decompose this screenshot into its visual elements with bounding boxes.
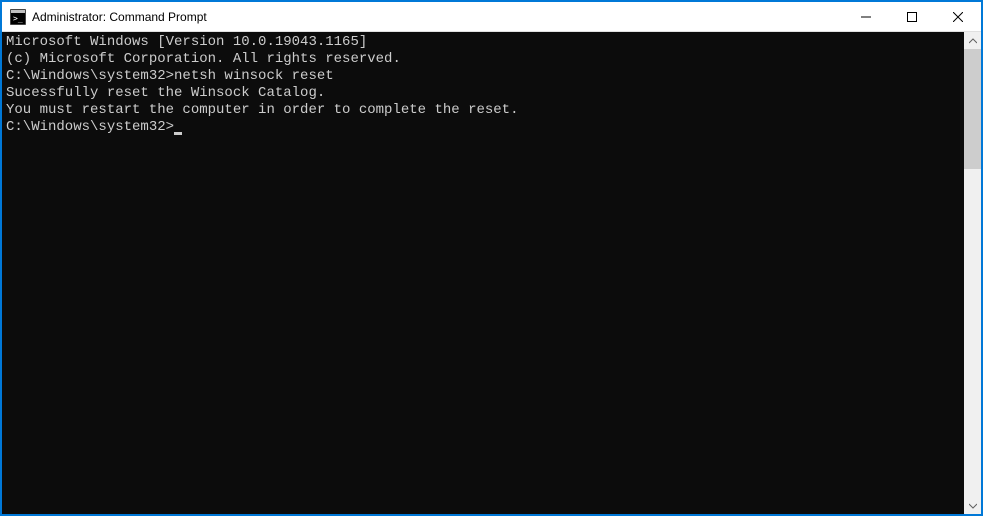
svg-text:>_: >_ xyxy=(13,14,23,23)
window-controls xyxy=(843,2,981,31)
chevron-down-icon xyxy=(969,502,977,510)
terminal-line: Microsoft Windows [Version 10.0.19043.11… xyxy=(6,34,960,51)
terminal-area: Microsoft Windows [Version 10.0.19043.11… xyxy=(2,32,981,514)
minimize-icon xyxy=(861,12,871,22)
cursor xyxy=(174,132,182,135)
maximize-button[interactable] xyxy=(889,2,935,31)
terminal-prompt: C:\Windows\system32> xyxy=(6,119,174,135)
scrollbar[interactable] xyxy=(964,32,981,514)
minimize-button[interactable] xyxy=(843,2,889,31)
terminal-line: You must restart the computer in order t… xyxy=(6,102,960,119)
window-title: Administrator: Command Prompt xyxy=(32,10,843,24)
terminal[interactable]: Microsoft Windows [Version 10.0.19043.11… xyxy=(2,32,964,514)
terminal-line: C:\Windows\system32>netsh winsock reset xyxy=(6,68,960,85)
scroll-down-button[interactable] xyxy=(964,497,981,514)
window: >_ Administrator: Command Prompt xyxy=(1,1,982,515)
close-button[interactable] xyxy=(935,2,981,31)
terminal-line: Sucessfully reset the Winsock Catalog. xyxy=(6,85,960,102)
close-icon xyxy=(953,12,963,22)
terminal-line: (c) Microsoft Corporation. All rights re… xyxy=(6,51,960,68)
scroll-thumb[interactable] xyxy=(964,49,981,169)
titlebar[interactable]: >_ Administrator: Command Prompt xyxy=(2,2,981,32)
maximize-icon xyxy=(907,12,917,22)
chevron-up-icon xyxy=(969,37,977,45)
scroll-track[interactable] xyxy=(964,49,981,497)
scroll-up-button[interactable] xyxy=(964,32,981,49)
cmd-icon: >_ xyxy=(10,9,26,25)
terminal-prompt-line: C:\Windows\system32> xyxy=(6,119,960,136)
